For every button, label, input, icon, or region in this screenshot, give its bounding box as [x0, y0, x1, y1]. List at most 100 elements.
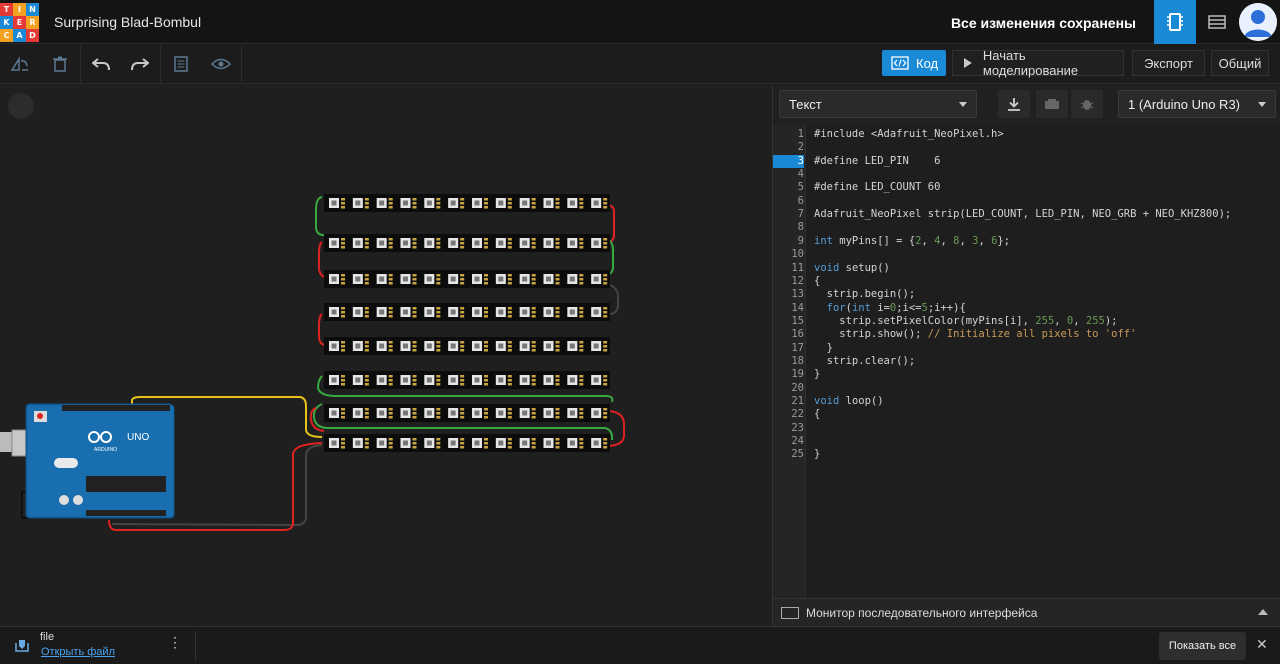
neopixel-led[interactable]	[591, 198, 608, 209]
neopixel-led[interactable]	[472, 238, 488, 249]
neopixel-led[interactable]	[543, 341, 560, 352]
neopixel-led[interactable]	[352, 274, 369, 285]
neopixel-led[interactable]	[591, 238, 608, 249]
neopixel-led[interactable]	[424, 408, 441, 419]
line-number[interactable]: 13	[773, 288, 804, 301]
neopixel-strip[interactable]	[324, 404, 610, 422]
neopixel-led[interactable]	[567, 307, 584, 318]
neopixel-led[interactable]	[448, 341, 465, 352]
neopixel-led[interactable]	[329, 438, 345, 449]
neopixel-led[interactable]	[352, 307, 369, 318]
debugger-icon[interactable]	[1071, 90, 1103, 118]
serial-monitor-bar[interactable]: Монитор последовательного интерфейса	[773, 598, 1280, 626]
code-line[interactable]: {	[814, 408, 820, 421]
open-file-link[interactable]: Открыть файл	[41, 646, 115, 658]
line-number[interactable]: 5	[773, 181, 804, 194]
neopixel-led[interactable]	[495, 375, 512, 386]
neopixel-led[interactable]	[543, 408, 560, 419]
neopixel-led[interactable]	[352, 438, 369, 449]
code-line[interactable]: }	[814, 448, 820, 461]
neopixel-led[interactable]	[376, 238, 393, 249]
neopixel-led[interactable]	[400, 341, 417, 352]
close-icon[interactable]: ✕	[1256, 636, 1268, 653]
neopixel-led[interactable]	[472, 408, 488, 419]
neopixel-led[interactable]	[424, 198, 441, 209]
line-number[interactable]: 10	[773, 248, 804, 261]
code-button[interactable]: Код	[882, 50, 946, 76]
neopixel-led[interactable]	[352, 375, 369, 386]
line-number[interactable]: 9	[773, 235, 804, 248]
neopixel-led[interactable]	[424, 238, 441, 249]
neopixel-led[interactable]	[448, 408, 465, 419]
undo-icon[interactable]	[89, 52, 113, 76]
neopixel-led[interactable]	[567, 438, 584, 449]
line-number[interactable]: 15	[773, 315, 804, 328]
code-line[interactable]: for(int i=0;i<=5;i++){	[814, 302, 966, 315]
rotate-icon[interactable]	[8, 52, 32, 76]
neopixel-led[interactable]	[329, 307, 345, 318]
neopixel-led[interactable]	[329, 408, 345, 419]
neopixel-led[interactable]	[519, 307, 536, 318]
line-number[interactable]: 18	[773, 355, 804, 368]
neopixel-led[interactable]	[329, 375, 345, 386]
line-number[interactable]: 8	[773, 221, 804, 234]
neopixel-led[interactable]	[543, 307, 560, 318]
neopixel-led[interactable]	[519, 438, 536, 449]
line-number[interactable]: 21	[773, 395, 804, 408]
neopixel-led[interactable]	[519, 274, 536, 285]
code-line[interactable]: {	[814, 275, 820, 288]
line-number[interactable]: 7	[773, 208, 804, 221]
code-line[interactable]: }	[814, 342, 833, 355]
neopixel-led[interactable]	[424, 274, 441, 285]
neopixel-led[interactable]	[400, 198, 417, 209]
neopixel-led[interactable]	[543, 238, 560, 249]
neopixel-led[interactable]	[567, 375, 584, 386]
neopixel-led[interactable]	[424, 341, 441, 352]
code-editor[interactable]: 1 2 3 4 5 6 7 8 9 10 11 12 13 14 15 16 17 18 19 20 21 22 23 24 2…	[773, 125, 1280, 598]
neopixel-led[interactable]	[400, 408, 417, 419]
neopixel-led[interactable]	[591, 341, 608, 352]
neopixel-led[interactable]	[495, 438, 512, 449]
neopixel-led[interactable]	[448, 375, 465, 386]
code-line[interactable]: #include <Adafruit_NeoPixel.h>	[814, 128, 1004, 141]
code-line[interactable]: strip.show(); // Initialize all pixels t…	[814, 328, 1136, 341]
neopixel-led[interactable]	[543, 198, 560, 209]
code-line[interactable]: void loop()	[814, 395, 884, 408]
device-select[interactable]: 1 (Arduino Uno R3)	[1118, 90, 1276, 118]
library-icon[interactable]	[1036, 90, 1068, 118]
line-number[interactable]: 25	[773, 448, 804, 461]
neopixel-led[interactable]	[329, 341, 345, 352]
circuit-view-button[interactable]	[1154, 0, 1196, 44]
neopixel-led[interactable]	[591, 274, 608, 285]
neopixel-led[interactable]	[567, 238, 584, 249]
neopixel-led[interactable]	[376, 198, 393, 209]
more-options-icon[interactable]: ⋮	[168, 634, 183, 651]
neopixel-led[interactable]	[352, 341, 369, 352]
neopixel-led[interactable]	[472, 307, 488, 318]
delete-icon[interactable]	[48, 52, 72, 76]
start-simulation-button[interactable]: Начать моделирование	[952, 48, 1124, 78]
neopixel-led[interactable]	[329, 274, 345, 285]
neopixel-led[interactable]	[567, 408, 584, 419]
neopixel-led[interactable]	[519, 238, 536, 249]
code-line[interactable]: int myPins[] = {2, 4, 8, 3, 6};	[814, 235, 1010, 248]
neopixel-led[interactable]	[400, 438, 417, 449]
neopixel-strip[interactable]	[324, 270, 610, 288]
neopixel-led[interactable]	[472, 198, 488, 209]
line-number[interactable]: 23	[773, 422, 804, 435]
neopixel-strip[interactable]	[324, 234, 610, 252]
neopixel-led[interactable]	[376, 341, 393, 352]
code-line[interactable]: strip.begin();	[814, 288, 916, 301]
user-avatar[interactable]	[1239, 3, 1277, 41]
line-number[interactable]: 17	[773, 342, 804, 355]
neopixel-led[interactable]	[567, 274, 584, 285]
neopixel-strip[interactable]	[324, 337, 610, 355]
neopixel-led[interactable]	[591, 438, 608, 449]
neopixel-strip[interactable]	[324, 434, 610, 452]
neopixel-led[interactable]	[519, 408, 536, 419]
neopixel-led[interactable]	[448, 198, 465, 209]
neopixel-led[interactable]	[400, 274, 417, 285]
neopixel-led[interactable]	[495, 408, 512, 419]
show-all-button[interactable]: Показать все	[1159, 632, 1246, 660]
line-number[interactable]: 14	[773, 302, 804, 315]
